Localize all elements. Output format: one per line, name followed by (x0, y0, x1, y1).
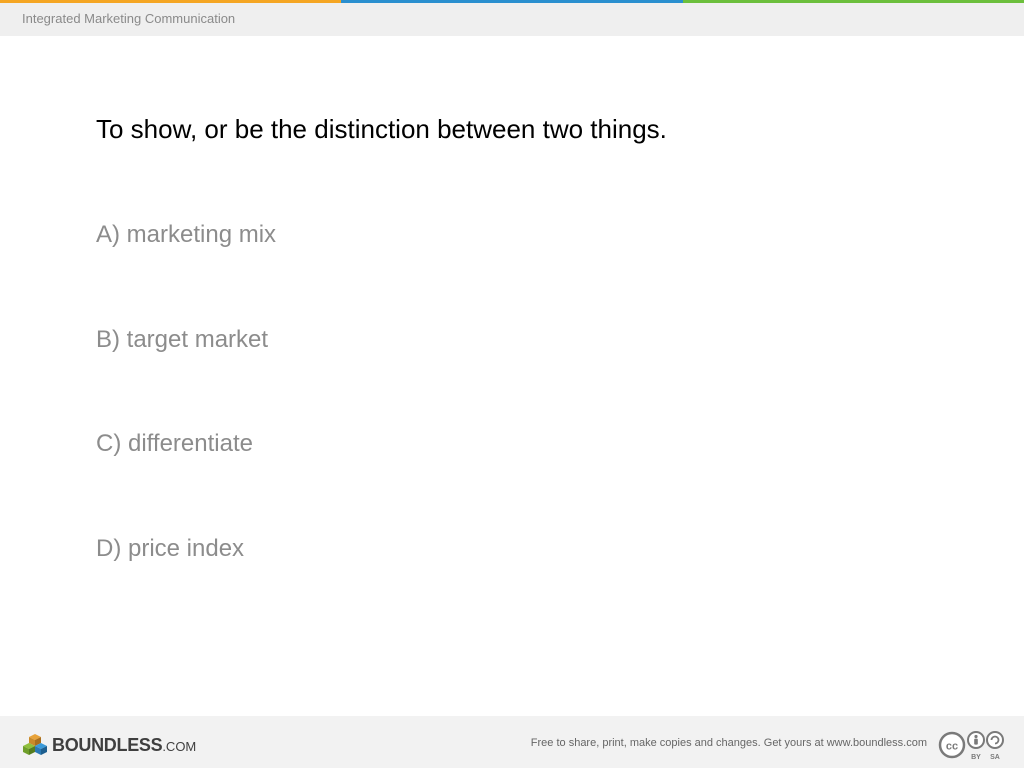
logo-wordmark: BOUNDLESS (52, 734, 163, 755)
license-text: Free to share, print, make copies and ch… (530, 737, 927, 749)
answer-option-b[interactable]: B) target market (96, 326, 268, 354)
accent-stripe-orange (0, 0, 341, 3)
boundless-logo[interactable]: BOUNDLESS .COM (22, 732, 196, 758)
top-bar: Integrated Marketing Communication (0, 0, 1024, 36)
creative-commons-by-sa-icon[interactable]: cc BY SA (938, 730, 1008, 760)
svg-text:SA: SA (990, 754, 1000, 760)
cube-stack-icon (23, 734, 47, 755)
svg-text:BY: BY (971, 754, 981, 760)
answer-option-d[interactable]: D) price index (96, 535, 244, 563)
header-title: Integrated Marketing Communication (22, 11, 236, 26)
svg-text:cc: cc (946, 741, 958, 753)
logo-suffix: .COM (162, 739, 197, 754)
answer-option-c[interactable]: C) differentiate (96, 430, 253, 458)
question-prompt: To show, or be the distinction between t… (96, 114, 667, 144)
accent-stripe-blue (341, 0, 683, 3)
answer-option-a[interactable]: A) marketing mix (96, 221, 276, 249)
footer: BOUNDLESS .COM Free to share, print, mak… (0, 716, 1024, 768)
accent-stripe-green (683, 0, 1024, 3)
